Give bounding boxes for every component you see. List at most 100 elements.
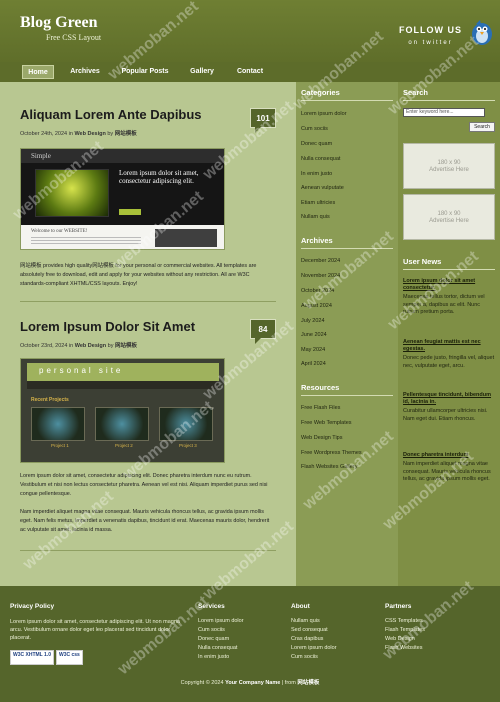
copyright-prefix: Copyright © 2024	[180, 680, 224, 686]
news-text: Nam imperdiet aliquet magna vitae conseq…	[403, 461, 491, 482]
resources-heading: Resources	[301, 383, 340, 392]
resource-link[interactable]: Free Web Templates	[301, 420, 352, 426]
footer-link[interactable]: Lorem ipsum dolor	[291, 645, 337, 651]
post-thumbnail[interactable]: personal site Recent Projects Project 1 …	[20, 358, 225, 463]
footer-link[interactable]: In enim justo	[198, 654, 229, 660]
footer-link[interactable]: CSS Templates	[385, 618, 423, 624]
archive-link[interactable]: November 2024	[301, 273, 340, 279]
nav-contact[interactable]: Contact	[233, 65, 267, 79]
advert-box[interactable]: 180 x 90 Advertise Here	[403, 143, 495, 189]
nav-archives[interactable]: Archives	[66, 65, 104, 79]
post-by-label: by	[107, 131, 114, 137]
footer-link[interactable]: Donec quam	[198, 636, 229, 642]
archive-link[interactable]: December 2024	[301, 258, 340, 264]
archive-link[interactable]: April 2024	[301, 361, 326, 367]
advert-label: Advertise Here	[429, 218, 469, 224]
services-heading: Services	[198, 603, 225, 610]
w3c-xhtml-label: W3C XHTML 1.0	[13, 652, 51, 658]
thumb-project-card	[95, 407, 149, 441]
footer-link[interactable]: Cras dapibus	[291, 636, 323, 642]
company-name-link[interactable]: Your Company Name	[225, 680, 280, 686]
resource-link[interactable]: Free Flash Files	[301, 405, 340, 411]
news-title-link[interactable]: Aenean feugiat mattis est nec egestas.	[403, 339, 495, 353]
post-meta: October 24th, 2024 in Web Design by 网站模板	[20, 129, 137, 137]
resource-link[interactable]: Flash Websites Gallery	[301, 464, 357, 470]
post-title[interactable]: Lorem Ipsum Dolor Sit Amet	[20, 319, 195, 334]
w3c-css-badge[interactable]: W3C css	[56, 650, 83, 665]
thumb-hero-image	[35, 169, 109, 217]
footer-link[interactable]: Sed consequat	[291, 627, 328, 633]
archive-link[interactable]: June 2024	[301, 332, 327, 338]
thumb-logo: Simple	[31, 152, 51, 160]
advert-box[interactable]: 180 x 90 Advertise Here	[403, 194, 495, 240]
footer-link[interactable]: Web Design	[385, 636, 415, 642]
post-meta: October 23rd, 2024 in Web Design by 网站模板	[20, 341, 137, 349]
copyright-from: | from	[281, 680, 296, 686]
resource-link[interactable]: Free Wordpress Themes	[301, 450, 362, 456]
heading-rule	[301, 395, 393, 396]
copyright: Copyright © 2024 Your Company Name | fro…	[0, 678, 500, 686]
w3c-xhtml-badge[interactable]: W3C XHTML 1.0	[10, 650, 54, 665]
privacy-heading: Privacy Policy	[10, 603, 55, 610]
thumb-text-lines	[31, 237, 141, 245]
news-title-link[interactable]: Pellentesque tincidunt, bibendum id, lac…	[403, 392, 495, 406]
archive-link[interactable]: July 2024	[301, 318, 325, 324]
post-author-link[interactable]: 网站模板	[115, 343, 137, 349]
post-by-label: by	[107, 343, 114, 349]
heading-rule	[403, 269, 495, 270]
thumb-side-box	[155, 229, 217, 247]
search-button[interactable]: Search	[469, 122, 495, 132]
nav-home[interactable]: Home	[22, 65, 54, 79]
category-link[interactable]: In enim justo	[301, 171, 332, 177]
post-author-link[interactable]: 网站模板	[115, 131, 137, 137]
twitter-bird-icon[interactable]	[470, 18, 494, 46]
post-title[interactable]: Aliquam Lorem Ante Dapibus	[20, 107, 202, 122]
w3c-css-label: W3C css	[59, 652, 80, 658]
category-link[interactable]: Nulla consequat	[301, 156, 340, 162]
news-title-link[interactable]: Lorem ipsum dolor sit amet consectetur.	[403, 278, 495, 292]
category-link[interactable]: Nullam quis	[301, 214, 330, 220]
category-link[interactable]: Aenean vulputate	[301, 185, 344, 191]
category-link[interactable]: Donec quam	[301, 141, 332, 147]
thumb-project-label: Project 3	[179, 443, 197, 448]
category-link[interactable]: Cum sociis	[301, 126, 328, 132]
thumb-project-label: Project 1	[51, 443, 69, 448]
follow-us-link[interactable]: FOLLOW US on twitter	[399, 25, 462, 46]
footer-link[interactable]: Flash Templates	[385, 627, 425, 633]
user-news-heading: User News	[403, 257, 442, 266]
site-header: Blog Green Free CSS Layout FOLLOW US on …	[0, 0, 500, 62]
category-link[interactable]: Etiam ultricies	[301, 200, 335, 206]
privacy-text: Lorem ipsum dolor sit amet, consectetur …	[10, 619, 180, 641]
footer-link[interactable]: Cum sociis	[198, 627, 225, 633]
search-input[interactable]: Enter keyword here...	[403, 108, 485, 117]
site-title[interactable]: Blog Green	[20, 14, 97, 32]
from-site-link[interactable]: 网站模板	[297, 680, 319, 686]
post-in-label: in	[68, 343, 74, 349]
search-heading: Search	[403, 88, 429, 97]
news-title-link[interactable]: Donec pharetra interdum	[403, 452, 495, 459]
footer-link[interactable]: Nullam quis	[291, 618, 320, 624]
news-text: Curabitur ullamcorper ultricies nisi. Na…	[403, 408, 488, 422]
footer-link[interactable]: Lorem ipsum dolor	[198, 618, 244, 624]
footer-link[interactable]: Nulla consequat	[198, 645, 237, 651]
main-nav: Home Archives Popular Posts Gallery Cont…	[0, 62, 500, 82]
comment-count-badge[interactable]: 101	[250, 108, 276, 133]
footer-link[interactable]: Flash Websites	[385, 645, 423, 651]
post-category-link[interactable]: Web Design	[75, 343, 106, 349]
archive-link[interactable]: August 2024	[301, 303, 332, 309]
nav-gallery[interactable]: Gallery	[188, 65, 216, 79]
comment-count-badge[interactable]: 84	[250, 319, 276, 344]
post-thumbnail[interactable]: Simple Lorem ipsum dolor sit amet, conse…	[20, 148, 225, 250]
category-link[interactable]: Lorem ipsum dolor	[301, 111, 347, 117]
post-category-link[interactable]: Web Design	[74, 131, 105, 137]
thumb-project-card	[159, 407, 213, 441]
thumb-header: personal site	[27, 363, 219, 381]
resource-link[interactable]: Web Design Tips	[301, 435, 342, 441]
follow-us-label: FOLLOW US	[399, 25, 462, 35]
thumb-topbar: Simple	[21, 149, 224, 163]
archive-link[interactable]: May 2024	[301, 347, 325, 353]
post-in-label: in	[68, 131, 73, 137]
nav-popular-posts[interactable]: Popular Posts	[118, 65, 172, 79]
footer-link[interactable]: Cum sociis	[291, 654, 318, 660]
archive-link[interactable]: October 2024	[301, 288, 334, 294]
